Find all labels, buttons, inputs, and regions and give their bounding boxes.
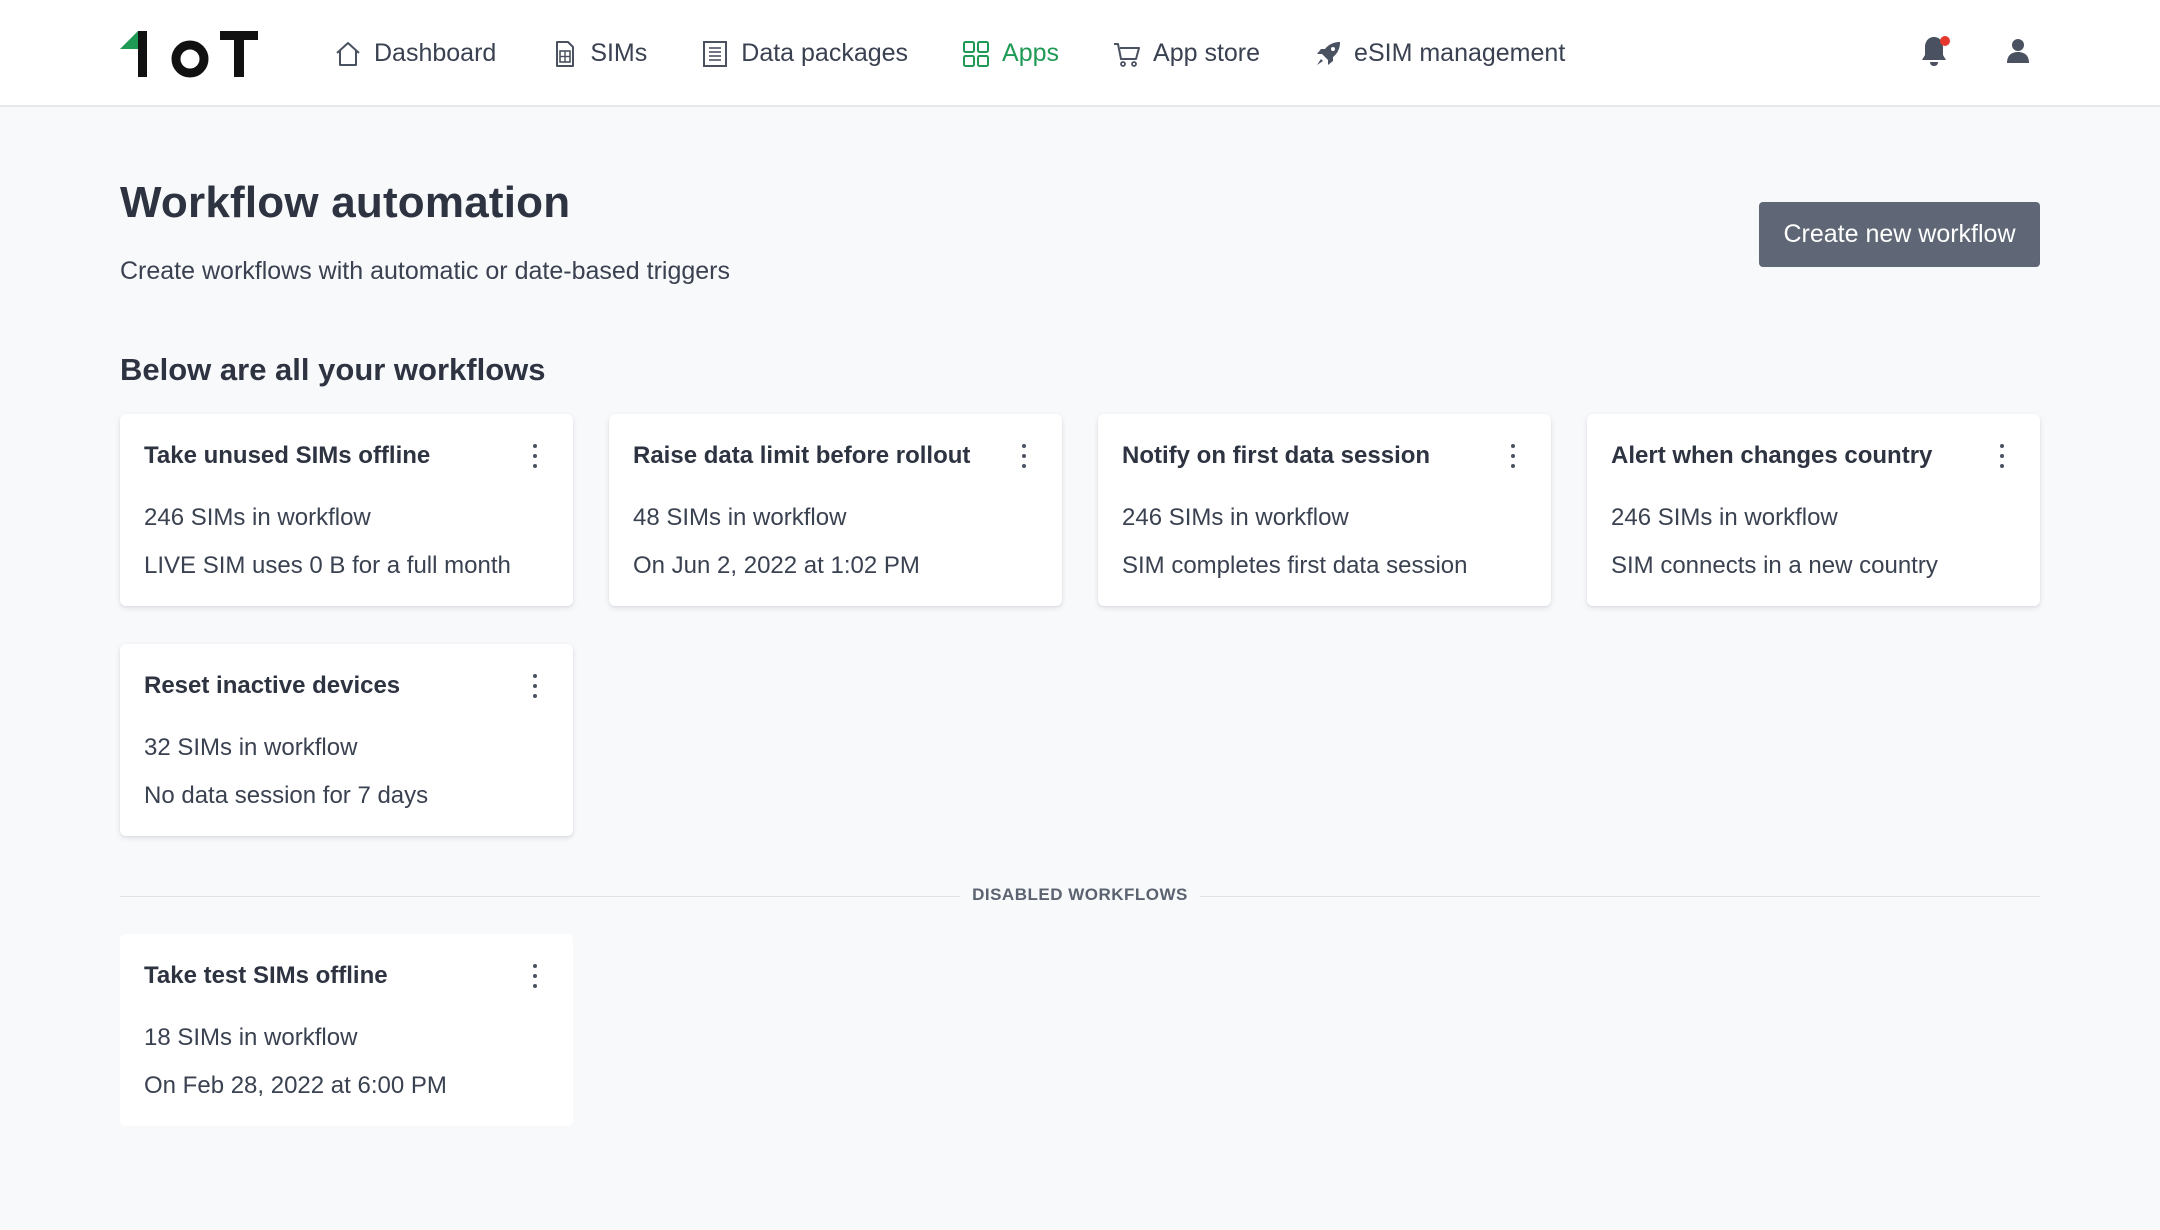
workflow-title: Raise data limit before rollout [633, 442, 971, 469]
workflow-trigger: SIM connects in a new country [1611, 552, 1938, 579]
page-title: Workflow automation [120, 178, 571, 227]
workflow-sim-count: 18 SIMs in workflow [144, 1024, 358, 1051]
notifications-button[interactable] [1912, 32, 1956, 76]
more-options-icon[interactable] [1505, 444, 1521, 468]
notification-badge [1940, 35, 1950, 46]
more-options-icon[interactable] [527, 964, 543, 988]
more-options-icon[interactable] [527, 674, 543, 698]
workflow-title: Notify on first data session [1122, 442, 1431, 469]
workflow-trigger: LIVE SIM uses 0 B for a full month [144, 552, 511, 579]
workflow-title: Take test SIMs offline [144, 962, 388, 989]
workflow-sim-count: 32 SIMs in workflow [144, 734, 358, 761]
workflow-sim-count: 246 SIMs in workflow [1611, 504, 1838, 531]
nav-app-store[interactable]: App store [1111, 30, 1260, 78]
main-nav: Dashboard SIMs Data packages Apps App st… [332, 0, 1617, 107]
workflow-sim-count: 246 SIMs in workflow [144, 504, 371, 531]
workflow-title: Alert when changes country [1611, 442, 1933, 469]
create-new-workflow-button[interactable]: Create new workflow [1759, 202, 2040, 267]
workflow-trigger: SIM completes first data session [1122, 552, 1468, 579]
nav-dashboard[interactable]: Dashboard [332, 30, 496, 78]
nav-apps-label: Apps [1002, 39, 1060, 67]
home-icon [332, 38, 364, 70]
user-icon [2005, 37, 2031, 70]
user-menu-button[interactable] [1996, 32, 2040, 76]
workflow-trigger: On Feb 28, 2022 at 6:00 PM [144, 1072, 447, 1099]
nav-sims-label: SIMs [590, 39, 648, 67]
workflow-sim-count: 48 SIMs in workflow [633, 504, 847, 531]
workflow-card[interactable]: Raise data limit before rollout 48 SIMs … [609, 414, 1062, 606]
workflow-card[interactable]: Notify on first data session 246 SIMs in… [1098, 414, 1551, 606]
workflow-card[interactable]: Take unused SIMs offline 246 SIMs in wor… [120, 414, 573, 606]
nav-data-packages-label: Data packages [741, 39, 909, 67]
nav-dashboard-label: Dashboard [374, 39, 497, 67]
nav-right-actions [1912, 0, 2040, 107]
brand-logo[interactable] [120, 28, 260, 80]
nav-sims[interactable]: SIMs [548, 30, 647, 78]
document-list-icon [699, 38, 731, 70]
more-options-icon[interactable] [527, 444, 543, 468]
workflow-card[interactable]: Alert when changes country 246 SIMs in w… [1587, 414, 2040, 606]
disabled-workflow-card[interactable]: Take test SIMs offline 18 SIMs in workfl… [120, 934, 573, 1126]
workflow-title: Take unused SIMs offline [144, 442, 431, 469]
more-options-icon[interactable] [1016, 444, 1032, 468]
cart-icon [1111, 38, 1143, 70]
workflow-title: Reset inactive devices [144, 672, 401, 699]
nav-data-packages[interactable]: Data packages [699, 30, 908, 78]
nav-esim-management-label: eSIM management [1354, 39, 1566, 67]
workflow-trigger: On Jun 2, 2022 at 1:02 PM [633, 552, 920, 579]
workflow-sim-count: 246 SIMs in workflow [1122, 504, 1349, 531]
page-subtitle: Create workflows with automatic or date-… [120, 257, 730, 285]
top-navigation-bar: Dashboard SIMs Data packages Apps App st… [0, 0, 2160, 107]
nav-esim-management[interactable]: eSIM management [1312, 30, 1565, 78]
more-options-icon[interactable] [1994, 444, 2010, 468]
workflows-section-heading: Below are all your workflows [120, 352, 546, 387]
nav-apps[interactable]: Apps [960, 30, 1059, 78]
sim-card-icon [548, 38, 580, 70]
workflow-trigger: No data session for 7 days [144, 782, 429, 809]
nav-app-store-label: App store [1153, 39, 1261, 67]
grid-icon [960, 38, 992, 70]
disabled-workflows-label: DISABLED WORKFLOWS [972, 885, 1188, 904]
workflow-card[interactable]: Reset inactive devices 32 SIMs in workfl… [120, 644, 573, 836]
rocket-icon [1312, 38, 1344, 70]
